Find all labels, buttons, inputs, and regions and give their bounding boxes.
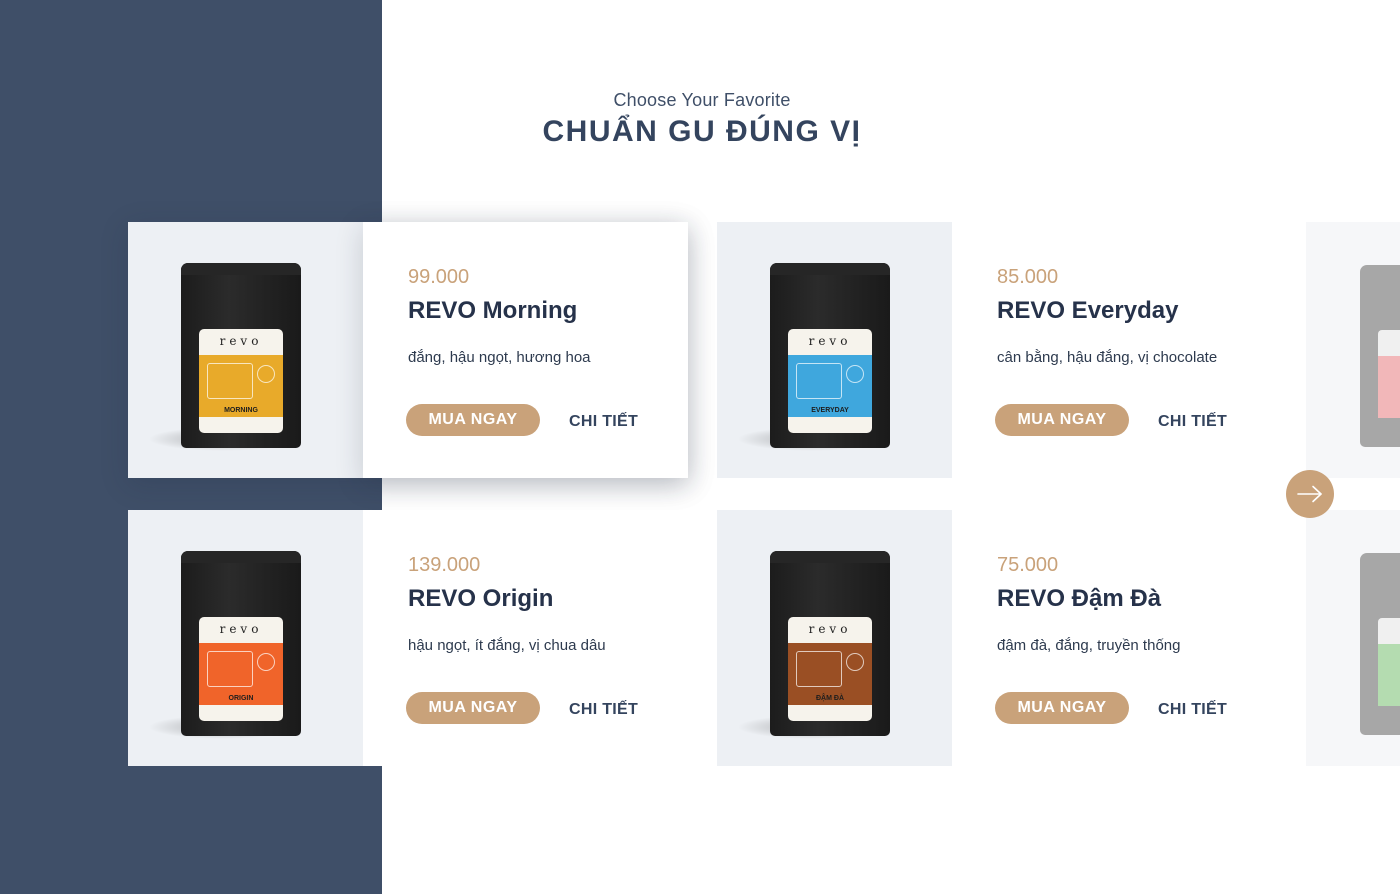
buy-now-button[interactable]: MUA NGAY	[995, 692, 1129, 724]
product-price: 75.000	[997, 554, 1059, 576]
bag-brand: revo	[808, 334, 852, 348]
product-name[interactable]: REVO Origin	[408, 585, 688, 613]
product-name[interactable]: REVO Morning	[408, 297, 688, 325]
bag-label: revo ĐẬM ĐÀ	[788, 617, 872, 721]
product-name[interactable]: REVO Đậm Đà	[997, 585, 1277, 613]
bag-label-band: ĐẬM ĐÀ	[788, 643, 872, 705]
product-image[interactable]: revo EVERYDAY	[717, 222, 952, 478]
label-emblem	[257, 653, 275, 671]
product-notes: đậm đà, đắng, truyền thống	[997, 637, 1181, 654]
bag-brand: revo	[219, 334, 263, 348]
label-pattern	[796, 363, 842, 399]
coffee-bag: revo ORIGIN	[181, 551, 301, 736]
product-actions: MUA NGAY CHI TIẾT	[995, 692, 1227, 724]
product-notes: đắng, hậu ngọt, hương hoa	[408, 349, 591, 366]
section-title: CHUẨN GU ĐÚNG VỊ	[542, 115, 862, 148]
bag-label-band: EVERYDAY	[788, 355, 872, 417]
product-image[interactable]: revo ORIGIN	[128, 510, 363, 766]
bag-label-name: ORIGIN	[228, 695, 254, 702]
bag-label-name: EVERYDAY	[811, 407, 849, 414]
product-actions: MUA NGAY CHI TIẾT	[995, 404, 1227, 436]
bag-label-band	[1378, 356, 1400, 418]
buy-now-button[interactable]: MUA NGAY	[995, 404, 1129, 436]
coffee-bag: revo ĐẬM ĐÀ	[770, 551, 890, 736]
label-emblem	[846, 653, 864, 671]
product-actions: MUA NGAY CHI TIẾT	[406, 404, 638, 436]
bag-label: revo EVERYDAY	[788, 329, 872, 433]
product-card[interactable]: revo EVERYDAY 85.000 REVO Everyday cân b…	[717, 222, 1277, 478]
product-notes: hậu ngọt, ít đắng, vị chua dâu	[408, 637, 606, 654]
arrow-right-icon	[1297, 485, 1322, 503]
buy-now-button[interactable]: MUA NGAY	[406, 404, 540, 436]
next-product-card-peek[interactable]	[1306, 222, 1400, 478]
next-product-card-peek[interactable]	[1306, 510, 1400, 766]
bag-label-name: MORNING	[224, 407, 258, 414]
label-emblem	[257, 365, 275, 383]
bag-label-band: MORNING	[199, 355, 283, 417]
label-pattern	[207, 651, 253, 687]
product-card[interactable]: revo ĐẬM ĐÀ 75.000 REVO Đậm Đà đậm đà, đ…	[717, 510, 1277, 766]
product-info: 99.000 REVO Morning đắng, hậu ngọt, hươn…	[363, 222, 688, 478]
product-price: 99.000	[408, 266, 470, 288]
product-price: 139.000	[408, 554, 481, 576]
details-link[interactable]: CHI TIẾT	[1158, 701, 1227, 719]
product-price: 85.000	[997, 266, 1059, 288]
bag-label-band: ORIGIN	[199, 643, 283, 705]
details-link[interactable]: CHI TIẾT	[569, 413, 638, 431]
product-name[interactable]: REVO Everyday	[997, 297, 1277, 325]
carousel-next-button[interactable]	[1286, 470, 1334, 518]
bag-brand: revo	[219, 622, 263, 636]
buy-now-button[interactable]: MUA NGAY	[406, 692, 540, 724]
product-card[interactable]: revo ORIGIN 139.000 REVO Origin hậu ngọt…	[128, 510, 688, 766]
bag-label-band	[1378, 644, 1400, 706]
product-info: 75.000 REVO Đậm Đà đậm đà, đắng, truyền …	[952, 510, 1277, 766]
coffee-bag: revo EVERYDAY	[770, 263, 890, 448]
coffee-bag: revo MORNING	[181, 263, 301, 448]
product-info: 85.000 REVO Everyday cân bằng, hậu đắng,…	[952, 222, 1277, 478]
product-notes: cân bằng, hậu đắng, vị chocolate	[997, 349, 1218, 366]
product-info: 139.000 REVO Origin hậu ngọt, ít đắng, v…	[363, 510, 688, 766]
label-pattern	[796, 651, 842, 687]
product-card[interactable]: revo MORNING 99.000 REVO Morning đắng, h…	[128, 222, 688, 478]
label-pattern	[207, 363, 253, 399]
bag-label: revo ORIGIN	[199, 617, 283, 721]
label-emblem	[846, 365, 864, 383]
bag-brand: revo	[808, 622, 852, 636]
section-subtitle: Choose Your Favorite	[613, 90, 791, 110]
product-image[interactable]: revo ĐẬM ĐÀ	[717, 510, 952, 766]
product-image[interactable]: revo MORNING	[128, 222, 363, 478]
bag-label: revo MORNING	[199, 329, 283, 433]
details-link[interactable]: CHI TIẾT	[1158, 413, 1227, 431]
section-heading: Choose Your Favorite CHUẨN GU ĐÚNG VỊ	[382, 90, 1022, 149]
details-link[interactable]: CHI TIẾT	[569, 701, 638, 719]
product-actions: MUA NGAY CHI TIẾT	[406, 692, 638, 724]
bag-label-name: ĐẬM ĐÀ	[816, 695, 844, 702]
